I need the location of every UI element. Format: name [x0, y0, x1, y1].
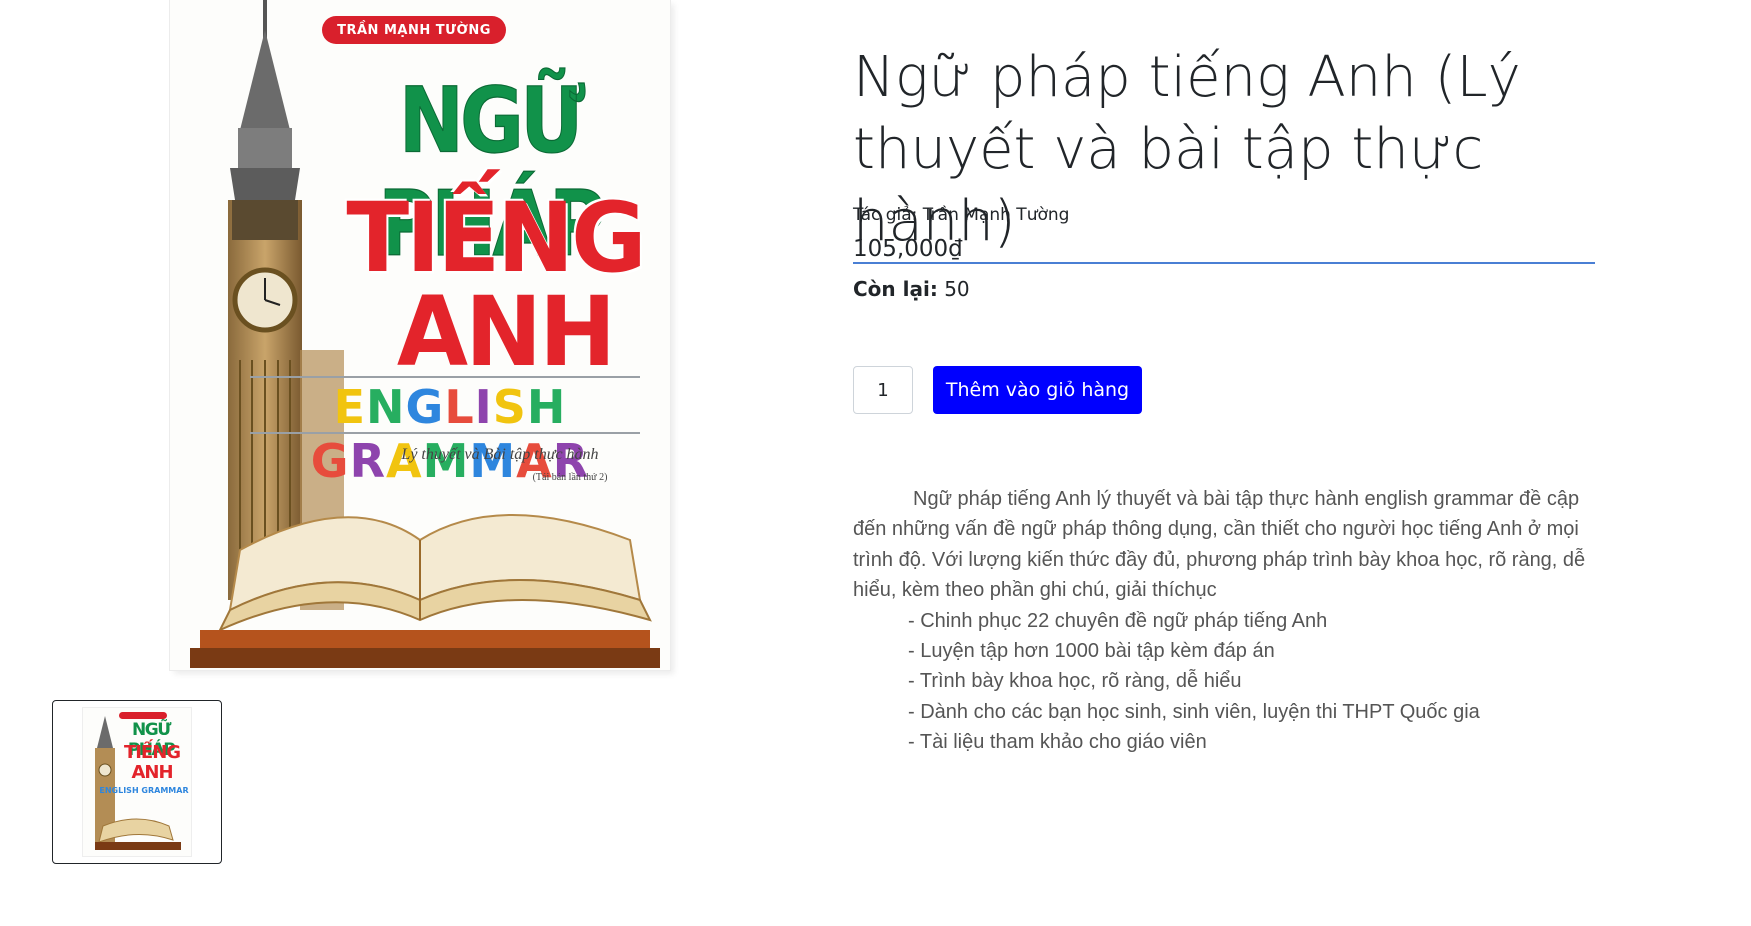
- cover-divider: [250, 376, 640, 378]
- add-to-cart-button[interactable]: Thêm vào giỏ hàng: [933, 366, 1142, 414]
- open-books-illustration: [190, 514, 660, 668]
- cover-english-letter: S: [492, 380, 527, 434]
- cover-english-letter: I: [474, 380, 493, 434]
- cover-english-letter: N: [366, 380, 406, 434]
- feature-item: - Trình bày khoa học, rõ ràng, dễ hiểu: [908, 670, 1242, 693]
- feature-item: - Tài liệu tham khảo cho giáo viên: [908, 731, 1207, 754]
- feature-item: - Dành cho các bạn học sinh, sinh viên, …: [908, 700, 1480, 723]
- product-description: Ngữ pháp tiếng Anh lý thuyết và bài tập …: [853, 484, 1598, 758]
- product-title: Ngữ pháp tiếng Anh (Lý thuyết và bài tập…: [853, 42, 1595, 264]
- product-main-image: TRẦN MẠNH TƯỜNG NGỮ PHÁP TIẾNG ANH ENGLI…: [170, 0, 670, 670]
- description-intro: Ngữ pháp tiếng Anh lý thuyết và bài tập …: [853, 488, 1586, 602]
- feature-item: - Luyện tập hơn 1000 bài tập kèm đáp án: [908, 640, 1275, 663]
- quantity-input[interactable]: [853, 366, 913, 414]
- cover-subtitle: Lý thuyết và Bài tập thực hành: [401, 446, 599, 463]
- cover-english-letter: L: [444, 380, 475, 434]
- cover-english-letter: H: [526, 380, 567, 434]
- product-price: 105,000₫: [853, 236, 963, 262]
- thumbnail-cover-image: NGỮ PHÁP TIẾNG ANH ENGLISH GRAMMAR: [83, 708, 191, 856]
- cover-english-letter: E: [333, 380, 367, 434]
- cover-divider: [250, 432, 640, 434]
- cover-title-line3: ANH: [396, 276, 616, 389]
- cover-author-badge: TRẦN MẠNH TƯỜNG: [322, 16, 506, 44]
- cover-english-letter: G: [405, 380, 445, 434]
- stock-value: 50: [944, 277, 970, 301]
- stock-info: Còn lại: 50: [853, 277, 970, 301]
- product-author: Tác giả: Trần Mạnh Tường: [853, 205, 1070, 225]
- feature-item: - Chinh phục 22 chuyên đề ngữ pháp tiếng…: [908, 609, 1328, 632]
- product-thumbnail[interactable]: NGỮ PHÁP TIẾNG ANH ENGLISH GRAMMAR: [52, 700, 222, 864]
- thumbnail-books-illustration: [95, 818, 181, 850]
- feature-list: - Chinh phục 22 chuyên đề ngữ pháp tiếng…: [853, 606, 1598, 758]
- stock-label: Còn lại:: [853, 277, 938, 301]
